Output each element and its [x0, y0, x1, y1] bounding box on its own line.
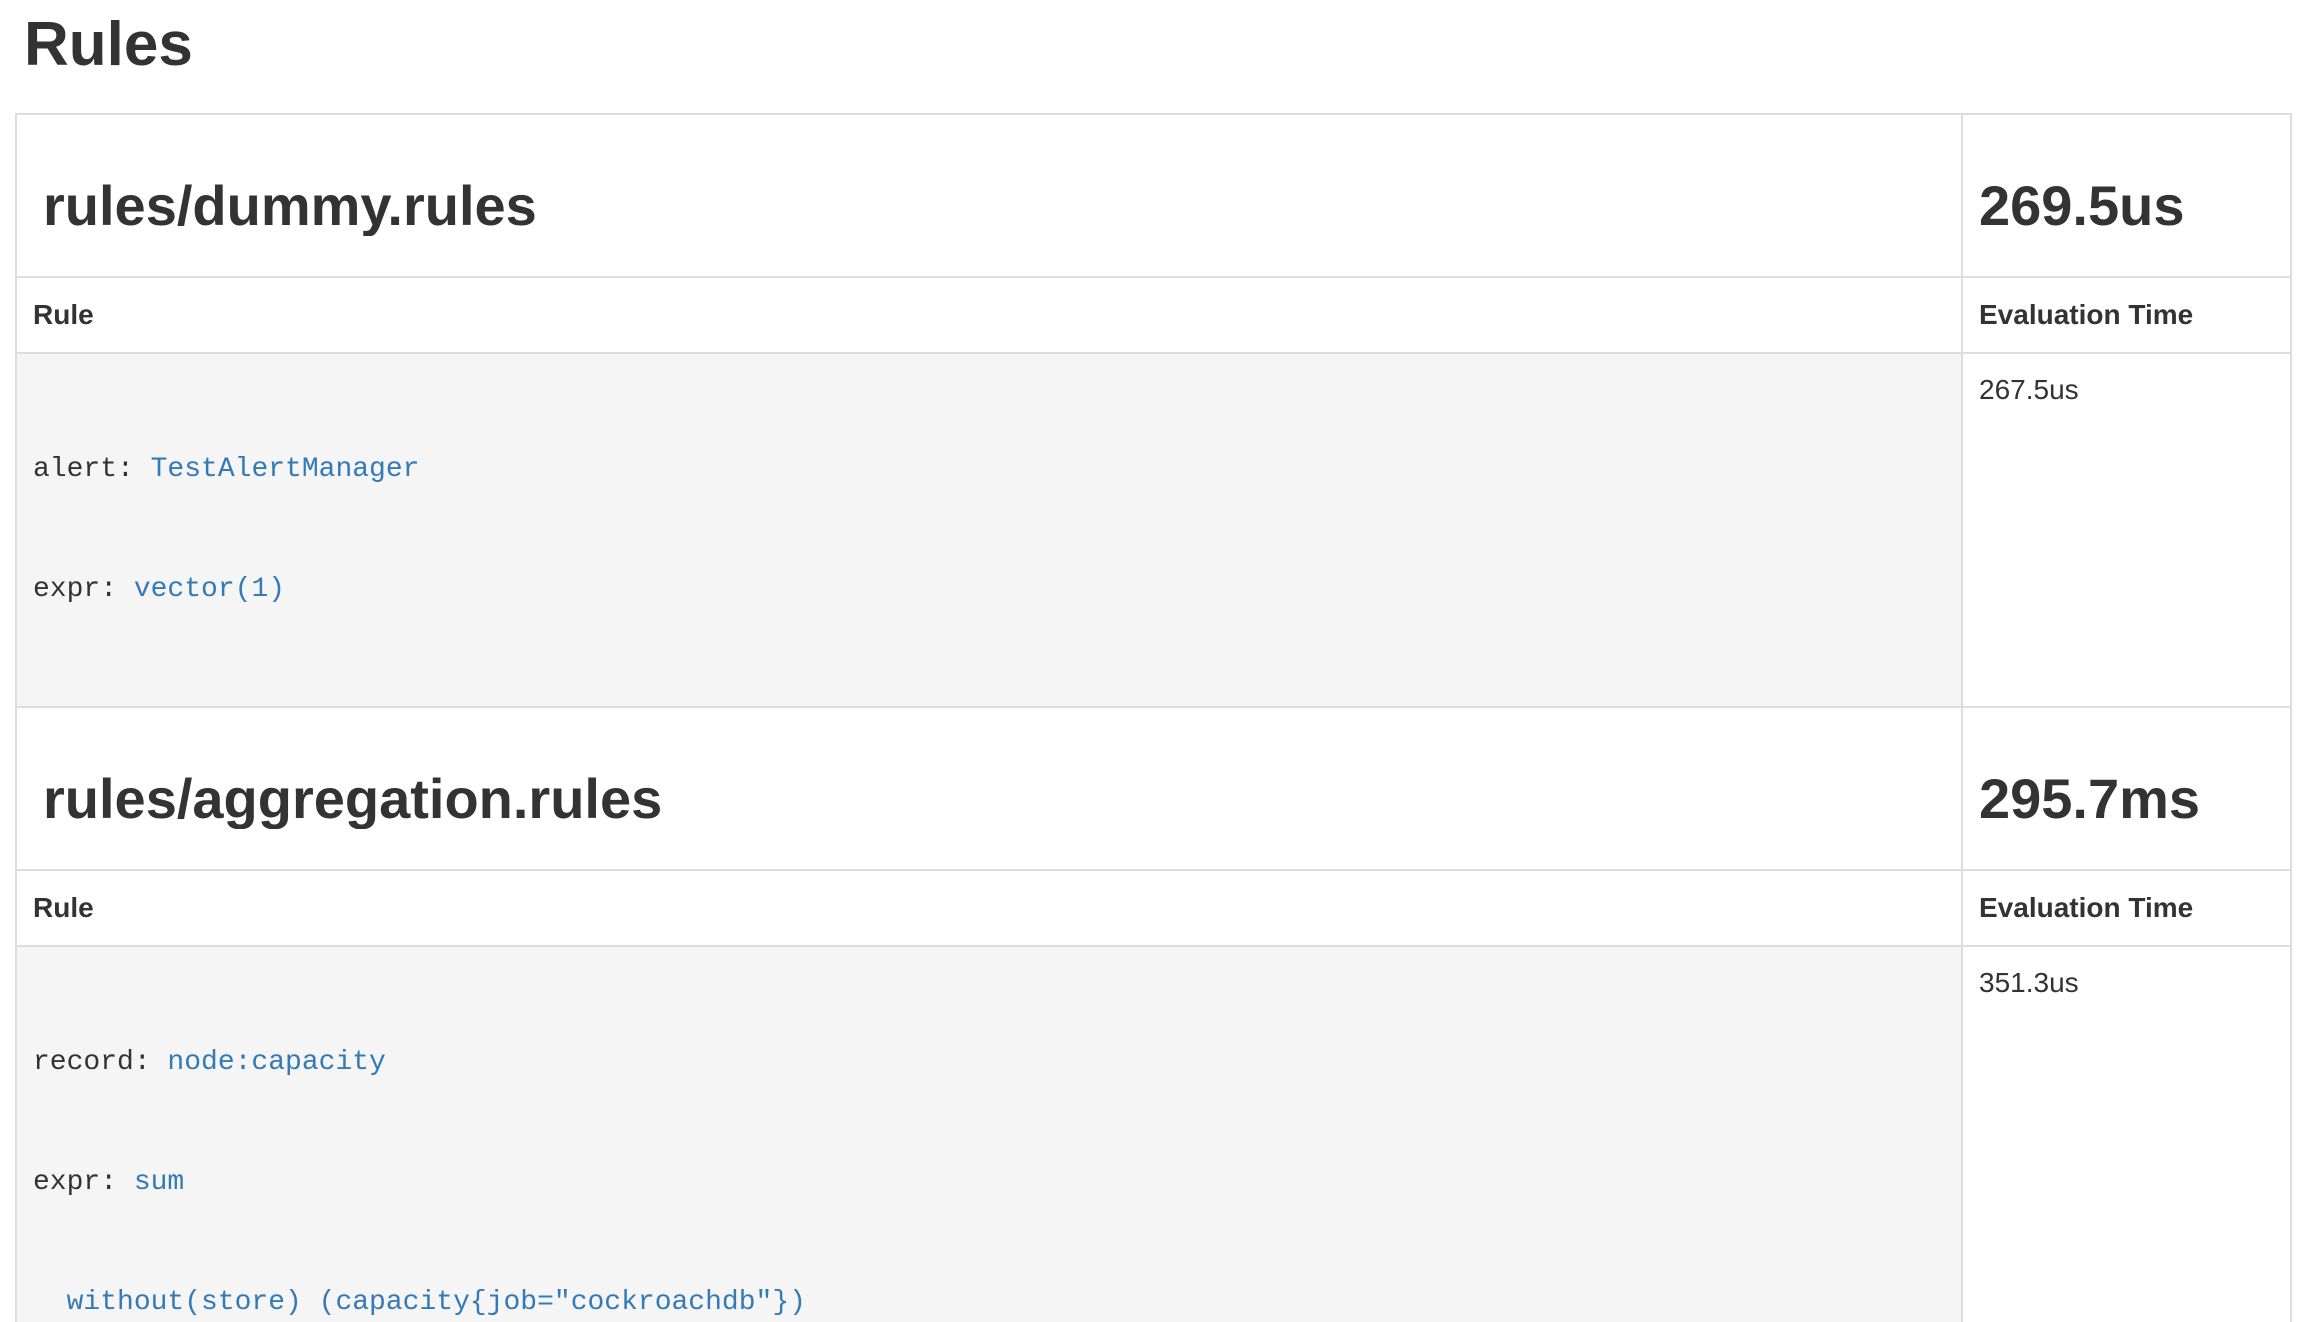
code-line: record: node:capacity: [33, 1043, 1945, 1083]
record-label: record:: [33, 1047, 167, 1078]
expr-link[interactable]: vector(1): [134, 574, 285, 605]
expr-link[interactable]: sum: [134, 1167, 184, 1198]
rule-eval-time: 267.5us: [1962, 353, 2291, 707]
record-name-link[interactable]: node:capacity: [167, 1047, 385, 1078]
rules-page: Rules rules/dummy.rules 269.5us Rule Eva…: [15, 0, 2292, 1322]
group-eval-time: 269.5us: [1979, 177, 2274, 236]
code-line: expr: sum: [33, 1163, 1945, 1203]
code-line: without(store) (capacity{job="cockroachd…: [33, 1283, 1945, 1322]
expr-link[interactable]: without(store) (capacity{job="cockroachd…: [33, 1287, 806, 1318]
group-header-row: rules/aggregation.rules 295.7ms: [16, 707, 2291, 870]
page-title: Rules: [24, 12, 2292, 77]
group-eval-cell: 269.5us: [1962, 114, 2291, 277]
column-header-row: Rule Evaluation Time: [16, 277, 2291, 353]
alert-name-link[interactable]: TestAlertManager: [151, 454, 420, 485]
group-eval-cell: 295.7ms: [1962, 707, 2291, 870]
group-eval-time: 295.7ms: [1979, 770, 2274, 829]
alert-label: alert:: [33, 454, 151, 485]
group-file-cell: rules/aggregation.rules: [16, 707, 1962, 870]
group-file-name: rules/dummy.rules: [43, 177, 1945, 236]
rule-code: alert: TestAlertManager expr: vector(1): [33, 370, 1945, 690]
eval-column-header: Evaluation Time: [1962, 277, 2291, 353]
group-header-row: rules/dummy.rules 269.5us: [16, 114, 2291, 277]
eval-column-header: Evaluation Time: [1962, 870, 2291, 946]
rule-code-cell: alert: TestAlertManager expr: vector(1): [16, 353, 1962, 707]
column-header-row: Rule Evaluation Time: [16, 870, 2291, 946]
code-line: expr: vector(1): [33, 570, 1945, 610]
code-line: alert: TestAlertManager: [33, 450, 1945, 490]
rule-code-cell: record: node:capacity expr: sum without(…: [16, 946, 1962, 1322]
group-file-name: rules/aggregation.rules: [43, 770, 1945, 829]
expr-label: expr:: [33, 1167, 134, 1198]
rules-table: rules/dummy.rules 269.5us Rule Evaluatio…: [15, 113, 2292, 1322]
rule-code: record: node:capacity expr: sum without(…: [33, 963, 1945, 1322]
expr-label: expr:: [33, 574, 134, 605]
rule-column-header: Rule: [16, 870, 1962, 946]
rule-row: alert: TestAlertManager expr: vector(1) …: [16, 353, 2291, 707]
rule-eval-time: 351.3us: [1962, 946, 2291, 1322]
rule-column-header: Rule: [16, 277, 1962, 353]
group-file-cell: rules/dummy.rules: [16, 114, 1962, 277]
rule-row: record: node:capacity expr: sum without(…: [16, 946, 2291, 1322]
